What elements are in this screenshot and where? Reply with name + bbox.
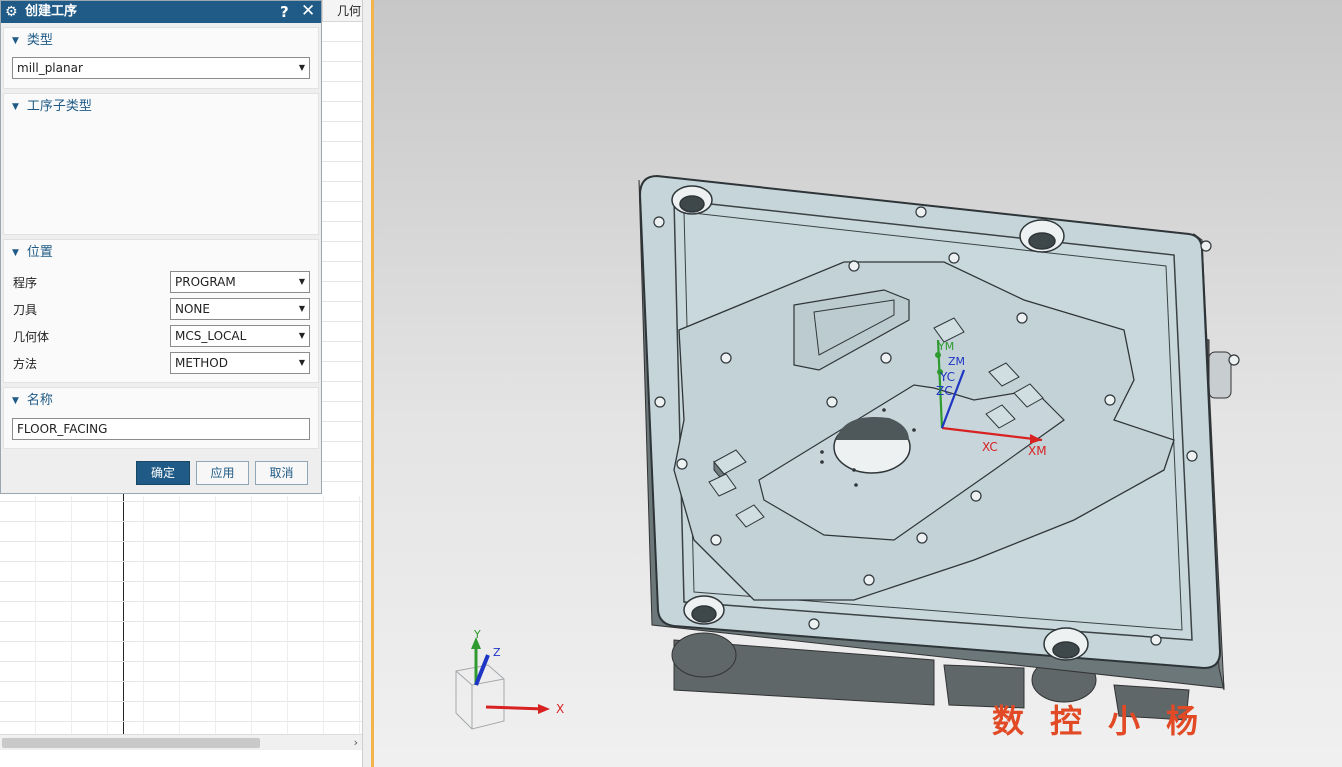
collapse-icon: ▼ (12, 248, 19, 258)
scroll-right-icon[interactable]: › (354, 735, 358, 751)
chevron-down-icon: ▼ (298, 277, 305, 286)
view-triad (455, 637, 550, 730)
operation-name-value: FLOOR_FACING (17, 422, 108, 436)
section-name-title: 名称 (26, 393, 53, 408)
dialog-title-bar[interactable]: ⚙ 创建工序 ? ✕ (1, 1, 321, 23)
type-select-value: mill_planar (17, 61, 83, 75)
program-select[interactable]: PROGRAM ▼ (170, 271, 310, 293)
program-select-value: PROGRAM (175, 275, 236, 289)
watermark: 数控小杨 (992, 702, 1225, 740)
help-button[interactable]: ? (280, 2, 289, 22)
tool-select-value: NONE (175, 302, 210, 316)
section-name-header[interactable]: ▼ 名称 (12, 393, 53, 409)
graphics-viewport[interactable]: XC XM YC YM ZC ZM Y Z X (374, 0, 1342, 767)
collapse-icon: ▼ (12, 396, 19, 406)
gear-icon: ⚙ (5, 4, 18, 20)
geometry-select[interactable]: MCS_LOCAL ▼ (170, 325, 310, 347)
type-select[interactable]: mill_planar ▼ (12, 57, 310, 79)
section-name: ▼ 名称 FLOOR_FACING (3, 387, 319, 449)
method-select-value: METHOD (175, 356, 228, 370)
section-location: ▼ 位置 程序 PROGRAM ▼ 刀具 NONE ▼ 几何体 MCS_LOCAL… (3, 239, 319, 383)
close-button[interactable]: ✕ (301, 1, 315, 21)
method-select[interactable]: METHOD ▼ (170, 352, 310, 374)
section-type: ▼ 类型 mill_planar ▼ (3, 27, 319, 89)
apply-button[interactable]: 应用 (196, 461, 249, 485)
axis-z-label: Z (493, 646, 501, 659)
tool-label: 刀具 (13, 303, 38, 317)
navigator-footer (0, 750, 362, 767)
geometry-select-value: MCS_LOCAL (175, 329, 247, 343)
mcs-yc-label: YC (940, 370, 956, 384)
section-type-title: 类型 (26, 33, 53, 48)
chevron-down-icon: ▼ (298, 331, 305, 340)
navigator-column-header[interactable]: 几何 (322, 0, 362, 22)
mcs-ym-label: YM (938, 340, 955, 353)
method-label: 方法 (13, 357, 38, 371)
collapse-icon: ▼ (12, 102, 19, 112)
program-label: 程序 (13, 276, 38, 290)
axis-x-label: X (556, 702, 565, 716)
section-subtype: ▼ 工序子类型 (3, 93, 319, 235)
ok-button[interactable]: 确定 (136, 461, 190, 485)
navigator-horizontal-scrollbar[interactable]: › (0, 734, 362, 751)
cancel-button[interactable]: 取消 (255, 461, 308, 485)
section-type-header[interactable]: ▼ 类型 (12, 33, 53, 49)
geometry-label: 几何体 (13, 330, 50, 344)
navigator-grid-columns (0, 496, 362, 734)
chevron-down-icon: ▼ (298, 63, 305, 72)
mcs-xc-label: XC (982, 440, 998, 454)
section-subtype-header[interactable]: ▼ 工序子类型 (12, 99, 92, 115)
scrollbar-thumb[interactable] (2, 738, 260, 748)
chevron-down-icon: ▼ (298, 358, 305, 367)
chevron-down-icon: ▼ (298, 304, 305, 313)
mcs-zc-label: ZC (936, 384, 953, 398)
collapse-icon: ▼ (12, 36, 19, 46)
section-location-title: 位置 (26, 245, 53, 260)
operation-name-input[interactable]: FLOOR_FACING (12, 418, 310, 440)
mcs-zm-label: ZM (948, 355, 966, 368)
create-operation-dialog: ⚙ 创建工序 ? ✕ ▼ 类型 mill_planar ▼ ▼ 工序子类型 ▼ 位置 … (0, 0, 322, 494)
section-subtype-title: 工序子类型 (26, 99, 92, 114)
section-location-header[interactable]: ▼ 位置 (12, 245, 53, 261)
dialog-title: 创建工序 (25, 4, 78, 19)
mcs-xm-label: XM (1028, 444, 1047, 458)
axis-y-label: Y (474, 628, 481, 641)
tool-select[interactable]: NONE ▼ (170, 298, 310, 320)
